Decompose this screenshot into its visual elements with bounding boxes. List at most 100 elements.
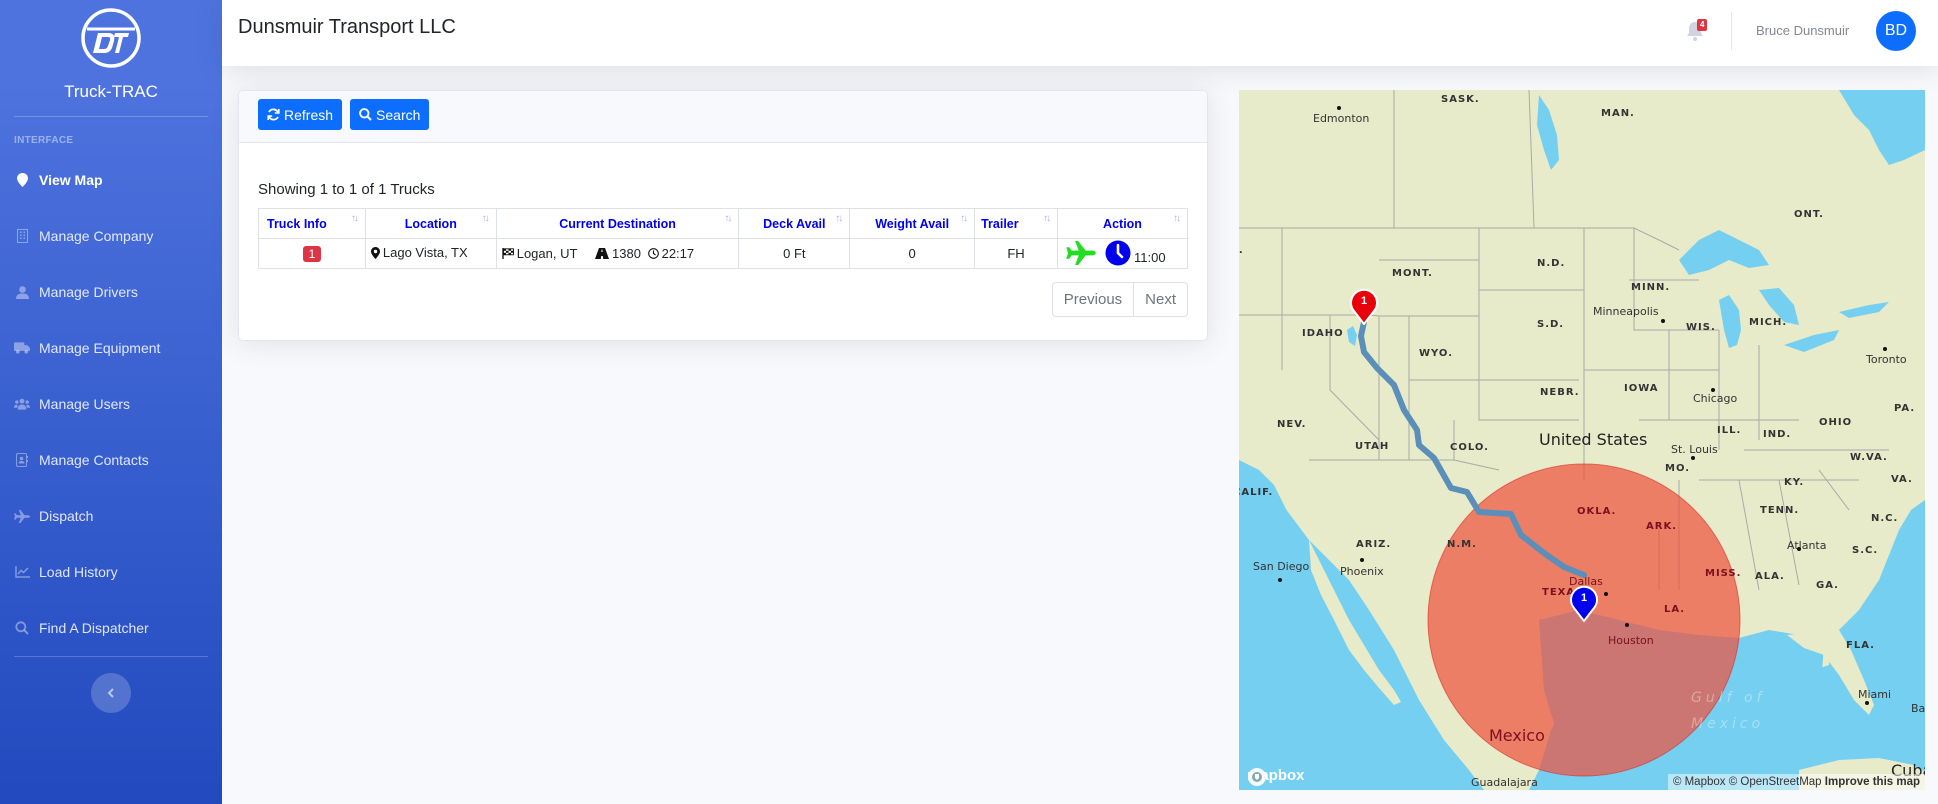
sidebar-item-label: Manage Contacts: [39, 452, 149, 468]
map-label-wva: W.VA.: [1850, 452, 1888, 463]
clock-icon[interactable]: [1105, 240, 1131, 266]
map-label-mich: MICH.: [1749, 317, 1788, 328]
column-header-deck-avail[interactable]: Deck Avail ↑↓: [738, 208, 851, 239]
showing-count: Showing 1 to 1 of 1 Trucks: [258, 181, 435, 198]
map-label-fla: FLA.: [1846, 640, 1875, 651]
column-header-truck-info[interactable]: Truck Info ↑↓: [258, 208, 366, 239]
map-label-nc: N.C.: [1871, 513, 1899, 524]
previous-button[interactable]: Previous: [1053, 283, 1133, 316]
sidebar-divider: [14, 116, 208, 117]
map-label-nm: N.M.: [1447, 539, 1477, 550]
trucks-card: Refresh Search Showing 1 to 1 of 1 Truck…: [238, 90, 1208, 341]
map-country-us: United States: [1539, 430, 1648, 449]
sidebar-item-dispatch[interactable]: Dispatch: [0, 488, 222, 544]
address-book-icon: [14, 452, 30, 468]
map-label-sd: S.D.: [1537, 319, 1565, 330]
column-header-location[interactable]: Location ↑↓: [364, 208, 497, 239]
truck-icon: [14, 340, 30, 356]
map-label-ala: ALA.: [1755, 571, 1785, 582]
sort-icon: ↑↓: [724, 213, 732, 224]
sort-icon: ↑↓: [835, 213, 843, 224]
map-label-ky: KY.: [1784, 477, 1805, 488]
next-button[interactable]: Next: [1133, 283, 1187, 316]
company-name: Dunsmuir Transport LLC: [238, 16, 456, 38]
pagination: Previous Next: [1051, 282, 1188, 317]
sidebar-toggle-button[interactable]: [91, 673, 131, 713]
search-icon: [14, 620, 30, 636]
plane-icon: [14, 508, 30, 524]
location-text: Lago Vista, TX: [382, 245, 468, 261]
eta-text: 22:17: [661, 245, 695, 261]
notification-badge: 4: [1697, 19, 1708, 31]
map-label-wyo: WYO.: [1419, 348, 1453, 359]
avatar[interactable]: BD: [1876, 11, 1916, 51]
truck-number-badge[interactable]: 1: [302, 245, 322, 262]
card-header: Refresh Search: [239, 91, 1207, 143]
sidebar: Truck-TRAC INTERFACE View Map Manage Com…: [0, 0, 222, 804]
sidebar-item-label: Manage Equipment: [39, 340, 161, 356]
search-button[interactable]: Search: [350, 99, 430, 130]
sort-icon: ↑↓: [1173, 213, 1181, 224]
map-label-ark: ARK.: [1646, 521, 1677, 532]
sidebar-item-load-history[interactable]: Load History: [0, 544, 222, 600]
improve-map-link[interactable]: Improve this map: [1825, 776, 1920, 788]
sync-icon: [267, 108, 280, 121]
map-label-sask: SASK.: [1441, 94, 1480, 105]
sidebar-item-manage-company[interactable]: Manage Company: [0, 208, 222, 264]
sort-icon: ↑↓: [960, 213, 968, 224]
attribution-text[interactable]: © Mapbox © OpenStreetMap: [1673, 776, 1822, 788]
map-label-minn: MINN.: [1631, 282, 1671, 293]
column-header-weight-avail[interactable]: Weight Avail ↑↓: [849, 208, 976, 239]
sidebar-item-find-dispatcher[interactable]: Find A Dispatcher: [0, 600, 222, 656]
refresh-label: Refresh: [284, 106, 334, 123]
map-label-okla: OKLA.: [1577, 506, 1617, 517]
sidebar-item-manage-drivers[interactable]: Manage Drivers: [0, 264, 222, 320]
map-label-miss: MISS.: [1705, 568, 1742, 579]
column-header-trailer[interactable]: Trailer ↑↓: [974, 208, 1058, 239]
map-label-nebr: NEBR.: [1540, 387, 1580, 398]
sidebar-item-manage-users[interactable]: Manage Users: [0, 376, 222, 432]
map-label-wis: WIS.: [1686, 322, 1716, 333]
table-header-row: Truck Info ↑↓ Location ↑↓ Current Destinat…: [258, 208, 1188, 239]
map-city-atlanta: Atlanta: [1787, 539, 1827, 552]
dt-logo-icon: [81, 8, 141, 68]
sort-icon: ↑↓: [1043, 213, 1051, 224]
column-header-current-destination[interactable]: Current Destination ↑↓: [495, 208, 740, 239]
weight-avail-cell: 0: [849, 238, 976, 269]
action-cell: 11:00: [1057, 238, 1188, 269]
sidebar-item-manage-contacts[interactable]: Manage Contacts: [0, 432, 222, 488]
map-label-ohio: OHIO: [1819, 417, 1853, 428]
sidebar-brand[interactable]: Truck-TRAC: [0, 0, 222, 102]
destination-cell: Logan, UT 1380 22:17: [495, 238, 740, 269]
column-header-action[interactable]: Action ↑↓: [1057, 208, 1188, 239]
sidebar-item-view-map[interactable]: View Map: [0, 152, 222, 208]
map-label-wash: WASH.: [1239, 245, 1244, 256]
dispatch-plane-icon[interactable]: [1066, 240, 1096, 265]
map-city-miami: Miami: [1858, 688, 1892, 701]
map-attribution: © Mapbox © OpenStreetMap Improve this ma…: [1667, 774, 1925, 790]
distance-text: 1380: [612, 245, 641, 261]
clock-icon: [647, 247, 659, 259]
sidebar-item-manage-equipment[interactable]: Manage Equipment: [0, 320, 222, 376]
sidebar-item-label: Manage Drivers: [39, 284, 138, 300]
destination-marker-label: 1: [1361, 295, 1367, 307]
map-marker-icon: [14, 172, 30, 188]
chart-line-icon: [14, 564, 30, 580]
map-label-va: VA.: [1891, 474, 1913, 485]
mapbox-logo[interactable]: mapbox: [1247, 767, 1305, 786]
trailer-cell: FH: [974, 238, 1058, 269]
chevron-left-icon: [107, 688, 114, 698]
sidebar-item-label: Load History: [39, 564, 118, 580]
origin-marker-label: 1: [1581, 592, 1587, 604]
sidebar-heading: INTERFACE: [14, 135, 74, 146]
user-name[interactable]: Bruce Dunsmuir: [1756, 23, 1849, 38]
origin-marker[interactable]: 1: [1569, 582, 1599, 622]
destination-marker[interactable]: 1: [1349, 285, 1379, 325]
topbar: Dunsmuir Transport LLC 4 Bruce Dunsmuir …: [222, 0, 1938, 66]
map[interactable]: SASK. MAN. ONT. MONT. N.D. MINN. S.D. WI…: [1239, 90, 1925, 790]
sidebar-divider: [14, 656, 208, 657]
refresh-button[interactable]: Refresh: [258, 99, 343, 130]
topbar-divider: [1731, 12, 1732, 50]
map-label-calif: CALIF.: [1239, 487, 1274, 498]
deck-avail-cell: 0 Ft: [738, 238, 851, 269]
